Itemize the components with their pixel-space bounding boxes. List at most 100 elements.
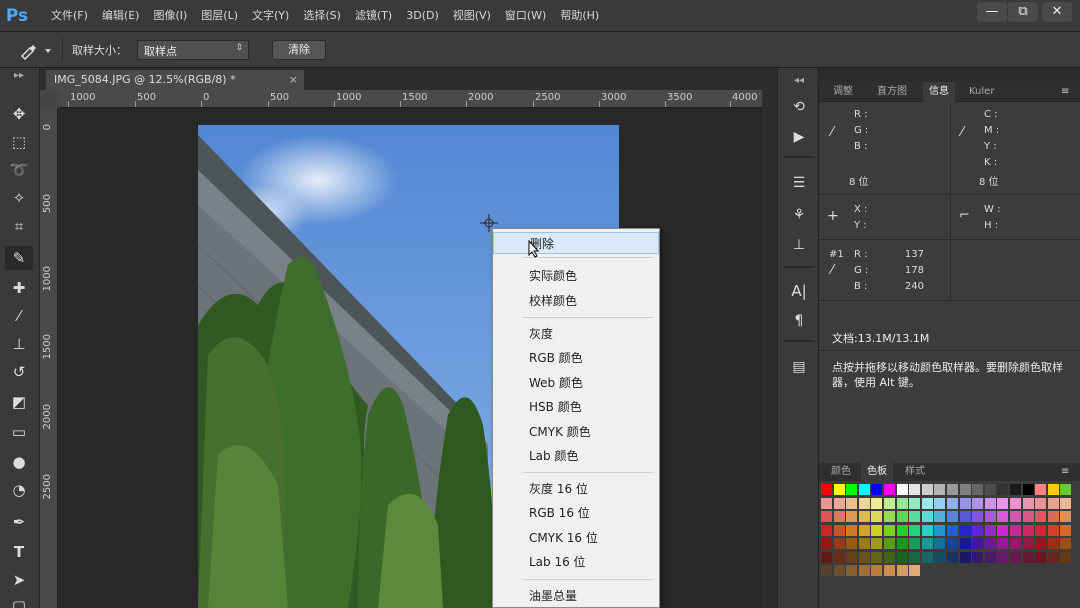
color-swatch[interactable]	[972, 551, 984, 563]
minimize-button[interactable]: —	[977, 2, 1007, 22]
color-swatch[interactable]	[1035, 484, 1047, 495]
color-swatch[interactable]	[997, 497, 1009, 509]
color-swatch[interactable]	[821, 511, 832, 522]
color-swatch[interactable]	[1047, 497, 1059, 509]
color-swatch[interactable]	[846, 565, 858, 576]
pen-tool-icon[interactable]: ✒	[5, 510, 33, 534]
swatches-grid[interactable]	[819, 481, 1080, 608]
tool-preset-picker[interactable]	[18, 40, 58, 61]
color-swatch[interactable]	[1047, 538, 1059, 549]
expand-panels-icon[interactable]: ◂◂	[786, 70, 812, 92]
color-swatch[interactable]	[833, 484, 845, 495]
menu-item-proof-color[interactable]: 校样颜色	[493, 290, 659, 312]
color-swatch[interactable]	[984, 551, 996, 563]
color-swatch[interactable]	[833, 565, 845, 576]
color-swatch[interactable]	[997, 511, 1009, 522]
horizontal-ruler[interactable]: 1000 500 0 500 1000 1500 2000 2500 3000 …	[60, 90, 762, 108]
menu-3d[interactable]: 3D(D)	[399, 0, 446, 32]
color-swatch[interactable]	[871, 511, 883, 522]
character-panel-icon[interactable]: A|	[786, 280, 812, 302]
color-swatch[interactable]	[1022, 524, 1034, 536]
color-swatch[interactable]	[959, 484, 971, 495]
eyedropper-tool-icon[interactable]: ✎	[5, 246, 33, 270]
color-swatch[interactable]	[921, 497, 933, 509]
color-swatch[interactable]	[896, 565, 908, 576]
menu-help[interactable]: 帮助(H)	[553, 0, 606, 32]
color-swatch[interactable]	[833, 497, 845, 509]
color-swatch[interactable]	[972, 538, 984, 549]
menu-item-rgb-16[interactable]: RGB 16 位	[493, 502, 659, 524]
color-swatch[interactable]	[884, 497, 895, 509]
color-swatch[interactable]	[921, 524, 933, 536]
color-swatch[interactable]	[858, 511, 870, 522]
color-swatch[interactable]	[959, 511, 971, 522]
color-swatch[interactable]	[1047, 551, 1059, 563]
color-swatch[interactable]	[821, 524, 832, 536]
color-swatch[interactable]	[833, 524, 845, 536]
dodge-tool-icon[interactable]: ◔	[5, 478, 33, 502]
color-swatch[interactable]	[884, 524, 895, 536]
color-swatch[interactable]	[909, 484, 921, 495]
color-swatch[interactable]	[1010, 511, 1021, 522]
color-swatch[interactable]	[1010, 497, 1021, 509]
lasso-tool-icon[interactable]: ➰	[5, 158, 33, 182]
color-swatch[interactable]	[858, 524, 870, 536]
color-swatch[interactable]	[934, 551, 946, 563]
color-swatch[interactable]	[921, 484, 933, 495]
color-swatch[interactable]	[921, 551, 933, 563]
paragraph-panel-icon[interactable]: ¶	[786, 310, 812, 332]
menu-edit[interactable]: 编辑(E)	[95, 0, 147, 32]
color-swatch[interactable]	[896, 497, 908, 509]
panel-menu-icon[interactable]: ≡	[1055, 82, 1075, 102]
notes-panel-icon[interactable]: ▤	[786, 356, 812, 378]
color-swatch[interactable]	[947, 524, 958, 536]
color-swatch[interactable]	[846, 524, 858, 536]
color-swatch[interactable]	[896, 484, 908, 495]
color-swatch[interactable]	[833, 511, 845, 522]
close-tab-icon[interactable]: ×	[289, 70, 298, 90]
brush-presets-icon[interactable]: ⚘	[786, 204, 812, 226]
color-swatch[interactable]	[1060, 484, 1072, 495]
crop-tool-icon[interactable]: ⌗	[5, 214, 33, 238]
brush-tool-icon[interactable]: ⁄	[5, 304, 33, 328]
color-swatch[interactable]	[871, 497, 883, 509]
color-swatch[interactable]	[984, 524, 996, 536]
color-swatch[interactable]	[871, 551, 883, 563]
stamp-tool-icon[interactable]: ⊥	[5, 332, 33, 356]
color-swatch[interactable]	[972, 484, 984, 495]
color-swatch[interactable]	[921, 511, 933, 522]
color-swatch[interactable]	[821, 538, 832, 549]
color-swatch[interactable]	[858, 551, 870, 563]
menu-image[interactable]: 图像(I)	[146, 0, 194, 32]
ruler-origin[interactable]	[40, 90, 60, 108]
color-swatch[interactable]	[909, 524, 921, 536]
color-swatch[interactable]	[959, 524, 971, 536]
color-swatch[interactable]	[947, 484, 958, 495]
menu-item-delete[interactable]: 删除	[493, 232, 659, 254]
menu-item-web[interactable]: Web 颜色	[493, 372, 659, 394]
tab-color[interactable]: 颜色	[825, 463, 857, 481]
menu-type[interactable]: 文字(Y)	[245, 0, 296, 32]
color-swatch[interactable]	[896, 511, 908, 522]
color-swatch[interactable]	[858, 565, 870, 576]
color-swatch[interactable]	[1060, 551, 1072, 563]
color-swatch[interactable]	[1022, 497, 1034, 509]
color-swatch[interactable]	[1035, 524, 1047, 536]
color-swatch[interactable]	[884, 538, 895, 549]
color-swatch[interactable]	[1022, 511, 1034, 522]
color-swatch[interactable]	[1022, 551, 1034, 563]
color-swatch[interactable]	[1035, 551, 1047, 563]
color-swatch[interactable]	[984, 511, 996, 522]
restore-button[interactable]: ⧉	[1008, 2, 1038, 22]
color-swatch[interactable]	[909, 551, 921, 563]
marquee-tool-icon[interactable]: ⬚	[5, 130, 33, 154]
shape-tool-icon[interactable]: ▢	[5, 594, 33, 608]
color-swatch[interactable]	[997, 524, 1009, 536]
color-swatch[interactable]	[1060, 511, 1072, 522]
color-swatch[interactable]	[972, 497, 984, 509]
color-swatch[interactable]	[846, 538, 858, 549]
color-swatch[interactable]	[997, 551, 1009, 563]
menu-view[interactable]: 视图(V)	[446, 0, 498, 32]
color-swatch[interactable]	[846, 497, 858, 509]
color-swatch[interactable]	[947, 497, 958, 509]
